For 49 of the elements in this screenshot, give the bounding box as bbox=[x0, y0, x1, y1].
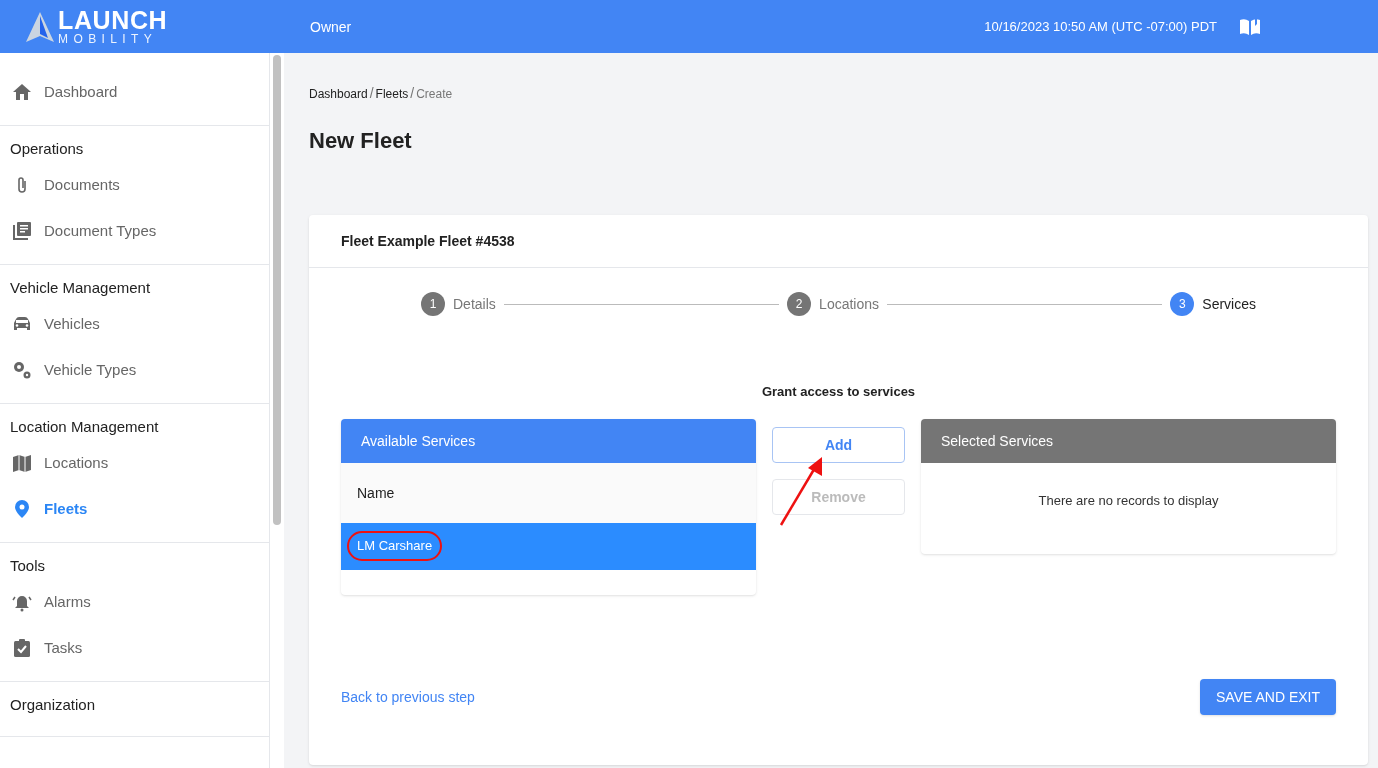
sidebar-item[interactable]: Dashboard bbox=[0, 69, 269, 115]
list-action-button[interactable]: Add bbox=[772, 426, 905, 463]
user-role: Owner bbox=[310, 17, 352, 37]
step-number: 2 bbox=[787, 292, 812, 316]
panel-header: Available Services bbox=[341, 418, 756, 463]
gears-icon bbox=[12, 360, 32, 380]
empty-message: There are no records to display bbox=[1038, 492, 1219, 508]
step-label[interactable]: Details bbox=[453, 294, 496, 314]
sidebar-item[interactable]: Tasks bbox=[0, 625, 269, 671]
sidebar-item[interactable]: Vehicles bbox=[0, 301, 269, 347]
section-heading: Tools bbox=[9, 556, 47, 575]
sidebar-item[interactable]: Fleets bbox=[0, 486, 269, 532]
location-pin-icon bbox=[12, 499, 32, 519]
step-number: 3 bbox=[1170, 292, 1195, 316]
section-heading: Operations bbox=[9, 139, 85, 158]
sidebar-item[interactable]: Alarms bbox=[0, 579, 269, 625]
section-title: Grant access to services bbox=[761, 383, 916, 401]
stacked-documents-icon bbox=[12, 221, 32, 241]
breadcrumb-separator: / bbox=[369, 84, 374, 103]
section-heading: Organization bbox=[9, 695, 97, 714]
scrollbar-thumb[interactable] bbox=[273, 55, 281, 525]
card-title: Fleet Example Fleet #4538 bbox=[309, 215, 1368, 268]
sidebar-item[interactable]: Vehicle Types bbox=[0, 347, 269, 393]
step-label[interactable]: Locations bbox=[819, 294, 880, 314]
breadcrumb-link[interactable]: Fleets bbox=[375, 84, 409, 103]
map-icon bbox=[12, 453, 32, 473]
step-number: 1 bbox=[421, 292, 445, 316]
page-title: New Fleet bbox=[309, 127, 413, 155]
section-heading: Vehicle Management bbox=[9, 278, 152, 297]
panel-header: Selected Services bbox=[921, 418, 1336, 463]
list-row[interactable]: LM Carshare bbox=[341, 522, 756, 570]
book-icon[interactable] bbox=[1239, 17, 1261, 36]
breadcrumb-link[interactable]: Dashboard bbox=[309, 84, 368, 103]
logo-icon bbox=[26, 11, 54, 42]
home-icon bbox=[12, 82, 32, 102]
logo-subtitle: MOBILITY bbox=[58, 33, 159, 45]
clipboard-icon bbox=[12, 638, 32, 658]
sidebar-item[interactable]: Document Types bbox=[0, 208, 269, 254]
section-heading: Location Management bbox=[9, 417, 160, 436]
breadcrumb-separator: / bbox=[410, 84, 415, 103]
save-and-exit-button[interactable]: SAVE AND EXIT bbox=[1200, 679, 1336, 715]
sidebar-item[interactable]: Documents bbox=[0, 162, 269, 208]
logo-title: LAUNCH bbox=[58, 8, 168, 33]
breadcrumb-current: Create bbox=[416, 85, 453, 103]
back-link[interactable]: Back to previous step bbox=[341, 687, 475, 707]
column-header: Name bbox=[357, 483, 395, 503]
step-label[interactable]: Services bbox=[1202, 294, 1256, 314]
date-time: 10/16/2023 10:50 AM (UTC -07:00) PDT bbox=[984, 17, 1217, 36]
sidebar-item[interactable]: Locations bbox=[0, 440, 269, 486]
